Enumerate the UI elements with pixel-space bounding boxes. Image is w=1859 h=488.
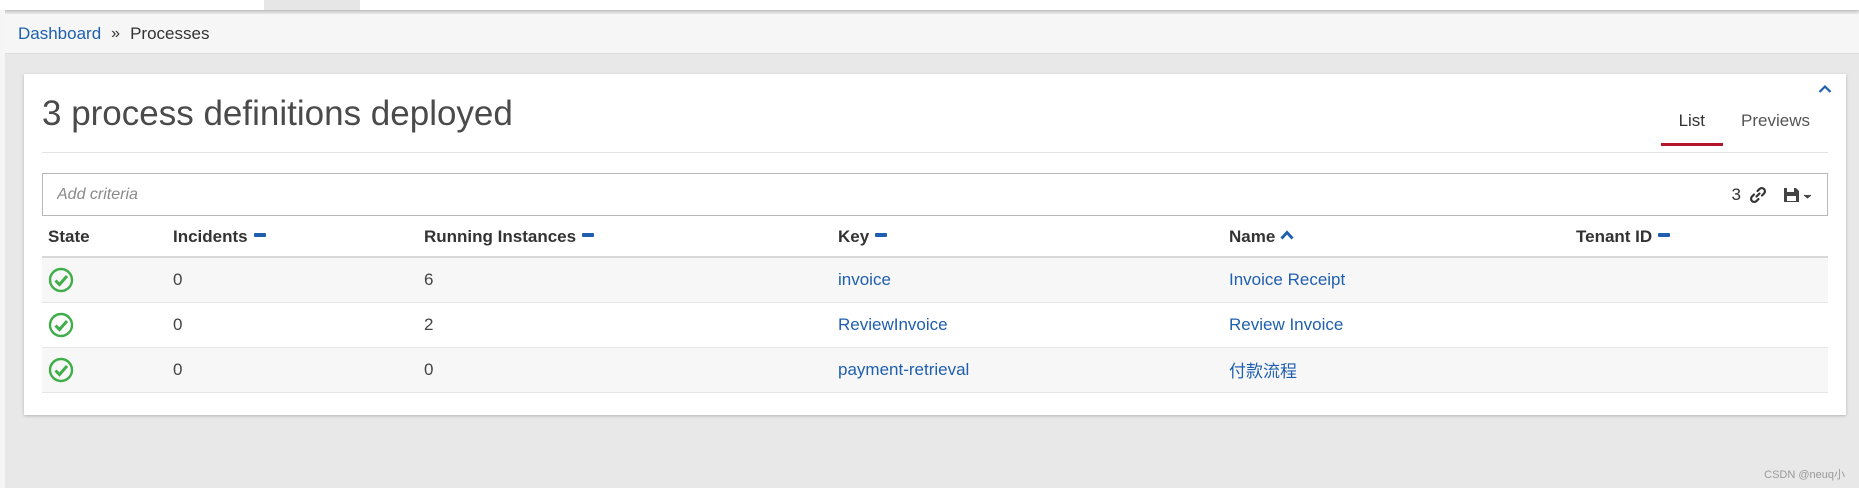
state-cell xyxy=(42,347,167,393)
name-cell: Invoice Receipt xyxy=(1223,257,1570,303)
table-row: 0 0 payment-retrieval 付款流程 xyxy=(42,347,1828,393)
check-circle-icon xyxy=(48,312,74,337)
sort-ascending-icon[interactable] xyxy=(1280,230,1294,240)
process-name-link[interactable]: 付款流程 xyxy=(1229,362,1297,381)
page-title: 3 process definitions deployed xyxy=(42,94,513,133)
search-result-count: 3 xyxy=(1731,184,1741,204)
process-name-link[interactable]: Review Invoice xyxy=(1229,315,1343,334)
breadcrumb-current: Processes xyxy=(130,23,210,43)
state-cell xyxy=(42,257,167,303)
tenant-cell xyxy=(1570,302,1828,348)
process-definitions-panel: 3 process definitions deployed List Prev… xyxy=(24,74,1846,415)
key-cell: invoice xyxy=(832,257,1223,303)
collapse-button[interactable] xyxy=(1816,80,1834,98)
sort-neutral-icon[interactable] xyxy=(253,233,266,238)
key-cell: ReviewInvoice xyxy=(832,302,1223,348)
table-row: 0 6 invoice Invoice Receipt xyxy=(42,257,1828,303)
running-instances-cell: 2 xyxy=(418,302,832,348)
running-instances-cell: 0 xyxy=(418,347,832,393)
tenant-cell xyxy=(1570,347,1828,393)
process-key-link[interactable]: ReviewInvoice xyxy=(838,315,948,334)
sort-neutral-icon[interactable] xyxy=(582,233,595,238)
key-cell: payment-retrieval xyxy=(832,347,1223,393)
col-key[interactable]: Key xyxy=(832,217,1223,258)
breadcrumb-dashboard-link[interactable]: Dashboard xyxy=(18,24,101,44)
col-incidents[interactable]: Incidents xyxy=(167,217,418,258)
search-bar: 3 xyxy=(42,173,1828,216)
tab-previews[interactable]: Previews xyxy=(1723,104,1828,146)
process-name-link[interactable]: Invoice Receipt xyxy=(1229,270,1345,289)
col-state: State xyxy=(42,217,167,258)
sort-neutral-icon[interactable] xyxy=(875,233,888,238)
save-icon[interactable] xyxy=(1783,186,1813,204)
col-name[interactable]: Name xyxy=(1223,217,1570,258)
watermark: CSDN @neuq小 xyxy=(1764,469,1845,481)
incidents-cell: 0 xyxy=(167,347,418,393)
navbar-tab-stub[interactable] xyxy=(264,0,360,10)
running-instances-cell: 6 xyxy=(418,257,832,303)
breadcrumb: Dashboard » Processes xyxy=(5,14,1859,54)
top-navbar xyxy=(0,0,1859,10)
sort-neutral-icon[interactable] xyxy=(1658,233,1671,238)
col-running-instances[interactable]: Running Instances xyxy=(418,217,832,258)
chevron-up-icon xyxy=(1818,84,1832,93)
left-strip xyxy=(0,10,5,488)
check-circle-icon xyxy=(48,267,74,292)
link-icon[interactable] xyxy=(1749,186,1767,204)
view-tabs: List Previews xyxy=(1660,104,1828,146)
tenant-cell xyxy=(1570,257,1828,303)
check-circle-icon xyxy=(48,357,74,382)
tab-list[interactable]: List xyxy=(1660,104,1724,146)
breadcrumb-separator: » xyxy=(111,24,121,42)
process-key-link[interactable]: invoice xyxy=(838,270,891,289)
title-divider xyxy=(42,152,1828,153)
incidents-cell: 0 xyxy=(167,302,418,348)
search-input[interactable] xyxy=(43,174,1732,215)
table-row: 0 2 ReviewInvoice Review Invoice xyxy=(42,302,1828,348)
name-cell: 付款流程 xyxy=(1223,347,1570,393)
col-tenant-id[interactable]: Tenant ID xyxy=(1570,217,1828,258)
process-key-link[interactable]: payment-retrieval xyxy=(838,360,969,379)
process-definitions-table: State Incidents Running Instances Key Na… xyxy=(42,217,1828,393)
name-cell: Review Invoice xyxy=(1223,302,1570,348)
table-header-row: State Incidents Running Instances Key Na… xyxy=(42,217,1828,258)
incidents-cell: 0 xyxy=(167,257,418,303)
state-cell xyxy=(42,302,167,348)
